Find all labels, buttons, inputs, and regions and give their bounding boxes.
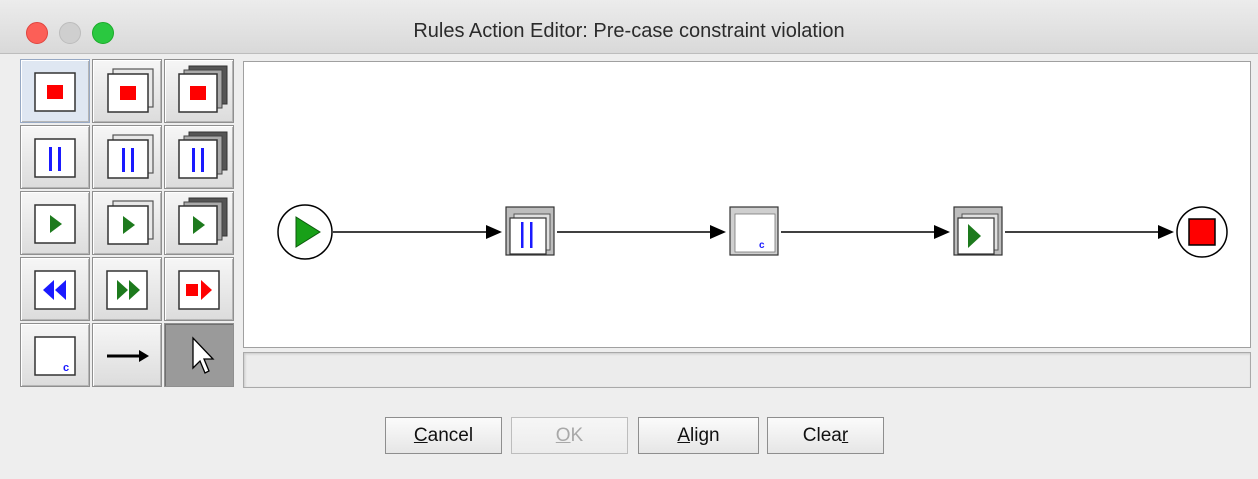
window-title: Rules Action Editor: Pre-case constraint…	[413, 20, 845, 42]
arrowhead-icon	[934, 225, 950, 239]
tool-compensate[interactable]: c	[20, 323, 90, 387]
arrowhead-icon	[710, 225, 726, 239]
end-node[interactable]	[1176, 206, 1228, 258]
tool-resume-group[interactable]	[92, 191, 162, 255]
arrowhead-icon	[486, 225, 502, 239]
stop-item-icon	[34, 72, 76, 112]
stop-multi-icon	[178, 65, 228, 113]
tool-rewind[interactable]	[20, 257, 90, 321]
compensate-icon: c	[34, 336, 76, 376]
resume-group-node[interactable]	[953, 206, 1003, 256]
compensate-node-label: c	[759, 240, 765, 251]
resume-item-icon	[34, 204, 76, 244]
arrow-connector-icon	[107, 350, 149, 362]
resume-multi-icon	[178, 197, 228, 245]
tool-resume-multi[interactable]	[164, 191, 234, 255]
cancel-button[interactable]: Cancel	[385, 417, 502, 454]
tool-fast-forward[interactable]	[92, 257, 162, 321]
suspend-multi-icon	[178, 131, 228, 179]
start-node[interactable]	[277, 204, 333, 260]
suspend-group-icon	[107, 134, 154, 179]
rewind-icon	[34, 270, 76, 310]
clear-button[interactable]: Clea r	[767, 417, 884, 454]
tool-stop-and-restart[interactable]	[164, 257, 234, 321]
stop-and-restart-icon	[178, 270, 220, 310]
action-flow-diagram: c	[277, 204, 1228, 260]
tool-suspend-group[interactable]	[92, 125, 162, 189]
diagram-canvas[interactable]: c	[243, 61, 1251, 348]
align-button[interactable]: Align	[638, 417, 759, 454]
tool-stop-group[interactable]	[92, 59, 162, 123]
resume-group-icon	[107, 200, 154, 245]
tool-select-pointer[interactable]	[164, 323, 234, 387]
compensate-node[interactable]: c	[729, 206, 779, 256]
status-bar	[243, 352, 1251, 388]
ok-button[interactable]: OK	[511, 417, 628, 454]
tool-arrow-connector[interactable]	[92, 323, 162, 387]
rules-action-editor-window: Rules Action Editor: Pre-case constraint…	[0, 0, 1258, 479]
fast-forward-icon	[106, 270, 148, 310]
tool-suspend-multi[interactable]	[164, 125, 234, 189]
tool-resume-item[interactable]	[20, 191, 90, 255]
tool-stop-item[interactable]	[20, 59, 90, 123]
action-palette: c	[20, 59, 234, 389]
arrowhead-icon	[1158, 225, 1174, 239]
title-bar[interactable]: Rules Action Editor: Pre-case constraint…	[0, 0, 1258, 54]
tool-stop-multi[interactable]	[164, 59, 234, 123]
stop-group-icon	[107, 68, 154, 113]
pause-icon	[521, 222, 524, 248]
select-pointer-icon	[192, 336, 215, 374]
stop-icon	[1188, 218, 1216, 246]
compensate-label: c	[63, 362, 69, 374]
suspend-item-icon	[34, 138, 76, 178]
suspend-group-node[interactable]	[505, 206, 555, 256]
tool-suspend-item[interactable]	[20, 125, 90, 189]
